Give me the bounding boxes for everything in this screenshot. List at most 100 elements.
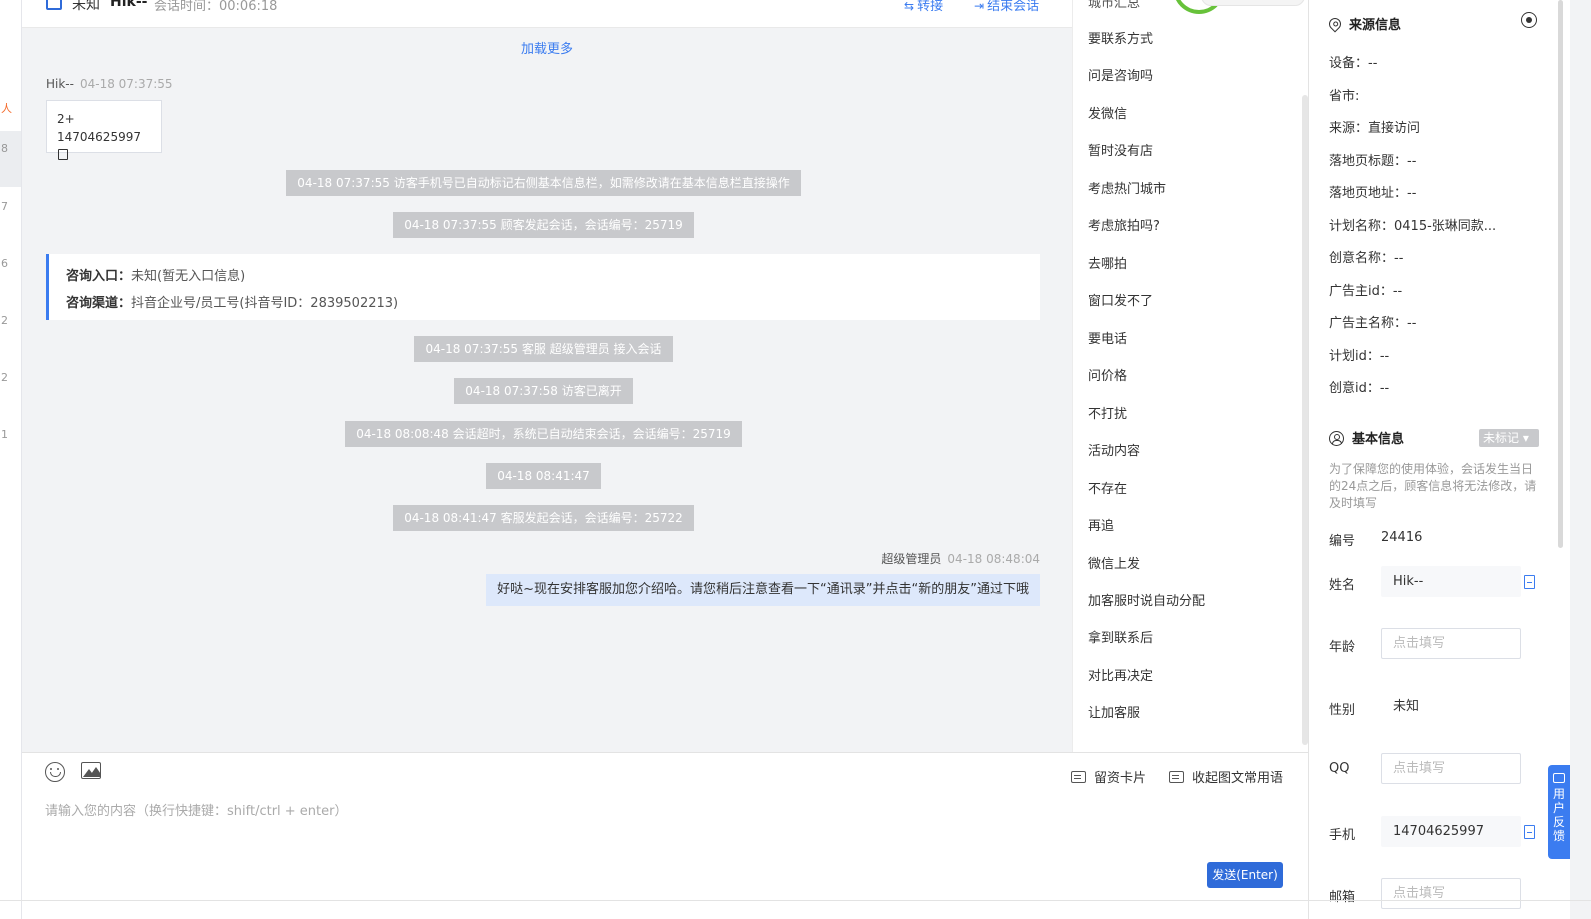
phone-label: 手机 (1329, 828, 1356, 843)
gender-label: 性别 (1329, 703, 1356, 718)
quick-reply-item[interactable]: 对比再决定 (1088, 665, 1153, 684)
message-input[interactable]: 请输入您的内容（换行快捷键：shift/ctrl + enter） (45, 800, 348, 819)
session-list-item-active[interactable]: 8 (0, 131, 21, 187)
qq-label: QQ (1329, 761, 1350, 776)
transfer-icon: ⇆ (904, 0, 915, 13)
lead-card-button[interactable]: 留资卡片 (1071, 767, 1146, 786)
quick-reply-item[interactable]: 窗口发不了 (1088, 290, 1153, 309)
visitor-message-line: 2+ (57, 112, 75, 126)
quick-reply-item[interactable]: 考虑热门城市 (1088, 178, 1166, 197)
quick-reply-item[interactable]: 考虑旅拍吗? (1088, 215, 1160, 234)
system-message: 04-18 08:08:48 会话超时，系统已自动结束会话，会话编号：25719 (22, 421, 1065, 447)
collapse-phrases-button[interactable]: 收起图文常用语 (1169, 767, 1283, 786)
source-info-row: 创意id：-- (1329, 381, 1390, 396)
quick-reply-item[interactable]: 要电话 (1088, 328, 1127, 347)
source-info-row: 创意名称：-- (1329, 251, 1404, 266)
source-info-row: 落地页标题：-- (1329, 154, 1417, 169)
quick-reply-item[interactable]: 问价格 (1088, 365, 1127, 384)
agent-message-bubble: 好哒~现在安排客服加您介绍哈。请您稍后注意查看一下“通讯录”并点击“新的朋友”通… (486, 574, 1040, 606)
agent-message-meta: 超级管理员 04-18 08:48:04 (881, 550, 1040, 567)
source-info-row: 来源：直接访问 (1329, 121, 1421, 136)
source-info-row: 省市: (1329, 89, 1360, 104)
quick-reply-item[interactable]: 不打扰 (1088, 403, 1127, 422)
session-list-strip: 人 8 7 6 2 2 1 (0, 0, 22, 919)
system-message: 04-18 07:37:55 访客手机号已自动标记右侧基本信息栏，如需修改请在基… (22, 170, 1065, 196)
load-more-link[interactable]: 加载更多 (22, 38, 1072, 57)
source-info-row: 计划id：-- (1329, 349, 1390, 364)
visitor-message-meta: Hik-- 04-18 07:37:55 (46, 77, 173, 91)
quick-reply-item[interactable]: 发微信 (1088, 103, 1127, 122)
age-label: 年龄 (1329, 640, 1356, 655)
source-info-row: 广告主名称：-- (1329, 316, 1417, 331)
session-list-fragment[interactable]: 7 (0, 200, 21, 213)
session-list-fragment[interactable]: 1 (0, 428, 21, 441)
email-input[interactable]: 点击填写 (1381, 878, 1521, 909)
quick-reply-item[interactable]: 暂时没有店 (1088, 140, 1153, 159)
quick-reply-item[interactable]: 要联系方式 (1088, 28, 1153, 47)
visitor-status: 未知 (72, 0, 100, 13)
chat-panel: 未知 Hik-- 会话时间：00:06:18 ⇆ 转接 ⇥ 结束会话 加载更多 Hi… (22, 0, 1072, 752)
card-icon (1071, 771, 1086, 783)
edit-notice: 为了保障您的使用体验，会话发生当日的24点之后，顾客信息将无法修改，请及时填写 (1329, 462, 1537, 510)
exit-icon: ⇥ (974, 0, 985, 13)
age-input[interactable]: 点击填写 (1381, 628, 1521, 659)
message-input-area: 留资卡片 收起图文常用语 请输入您的内容（换行快捷键：shift/ctrl + … (22, 752, 1308, 919)
chat-header: 未知 Hik-- 会话时间：00:06:18 ⇆ 转接 ⇥ 结束会话 (22, 0, 1072, 28)
qq-input[interactable]: 点击填写 (1381, 753, 1521, 784)
view-icon[interactable] (1521, 12, 1537, 28)
copy-phone-icon[interactable] (1524, 825, 1535, 839)
quick-reply-item[interactable]: 活动内容 (1088, 440, 1140, 459)
transfer-button[interactable]: ⇆ 转接 (904, 0, 943, 14)
gender-select[interactable]: 未知 (1381, 691, 1521, 722)
system-message: 04-18 07:37:58 访客已离开 (22, 378, 1065, 404)
copy-icon[interactable] (58, 149, 68, 160)
tag-select[interactable]: 未标记 ▾ (1479, 429, 1539, 447)
page-scrollbar-thumb[interactable] (1558, 0, 1563, 548)
source-info-title: 来源信息 (1326, 14, 1401, 33)
source-info-row: 计划名称：0415-张琳同款... (1329, 219, 1497, 234)
quick-reply-item[interactable]: 去哪拍 (1088, 253, 1127, 272)
agent-message-sender: 超级管理员 (881, 552, 942, 566)
card-icon (1169, 771, 1184, 783)
name-input[interactable]: Hik-- (1381, 566, 1521, 597)
visitor-message-time: 04-18 07:37:55 (79, 77, 173, 91)
quick-reply-item[interactable]: 问是咨询吗 (1088, 65, 1153, 84)
session-list-fragment[interactable]: 2 (0, 314, 21, 327)
quick-reply-search[interactable] (1201, 0, 1305, 6)
user-feedback-button[interactable]: 用户反馈 (1548, 765, 1570, 859)
location-pin-icon (1326, 15, 1344, 33)
quick-reply-item[interactable]: 微信上发 (1088, 553, 1140, 572)
quick-reply-panel: 城市汇总 要联系方式 问是咨询吗 发微信 暂时没有店 考虑热门城市 考虑旅拍吗?… (1072, 0, 1308, 752)
quick-reply-item[interactable]: 加客服时说自动分配 (1088, 590, 1205, 609)
session-list-fragment[interactable]: 6 (0, 257, 21, 270)
visitor-message-bubble: 2+ 14704625997 (46, 100, 162, 160)
bottom-divider (0, 900, 1591, 901)
visitor-name: Hik-- (110, 0, 148, 10)
id-label: 编号 (1329, 534, 1356, 549)
session-list-fragment: 人 (1, 102, 12, 115)
send-button[interactable]: 发送(Enter) (1207, 862, 1283, 888)
chat-bubble-icon (1553, 773, 1565, 783)
emoji-icon[interactable] (45, 762, 65, 782)
visitor-message-line: 14704625997 (57, 128, 151, 164)
agent-message-time: 04-18 08:48:04 (947, 552, 1040, 566)
consult-channel-row: 咨询渠道：抖音企业号/员工号(抖音号ID：2839502213) (66, 296, 399, 311)
session-duration: 会话时间：00:06:18 (154, 0, 278, 14)
source-info-row: 广告主id：-- (1329, 284, 1403, 299)
copy-name-icon[interactable] (1524, 575, 1535, 589)
quick-reply-item[interactable]: 不存在 (1088, 478, 1127, 497)
quick-reply-item[interactable]: 拿到联系后 (1088, 627, 1153, 646)
phone-input[interactable]: 14704625997 (1381, 816, 1521, 847)
image-icon[interactable] (81, 762, 101, 779)
system-message: 04-18 08:41:47 客服发起会话，会话编号：25722 (22, 505, 1065, 531)
session-list-fragment[interactable]: 2 (0, 371, 21, 384)
id-value: 24416 (1381, 530, 1423, 545)
end-session-button[interactable]: ⇥ 结束会话 (974, 0, 1039, 14)
email-label: 邮箱 (1329, 890, 1356, 905)
source-info-row: 落地页地址：-- (1329, 186, 1417, 201)
quick-reply-item[interactable]: 城市汇总 (1088, 0, 1140, 11)
quick-reply-item[interactable]: 让加客服 (1088, 702, 1140, 721)
quick-reply-item[interactable]: 再追 (1088, 515, 1114, 534)
source-info-row: 设备：-- (1329, 56, 1378, 71)
user-icon (1329, 431, 1344, 446)
